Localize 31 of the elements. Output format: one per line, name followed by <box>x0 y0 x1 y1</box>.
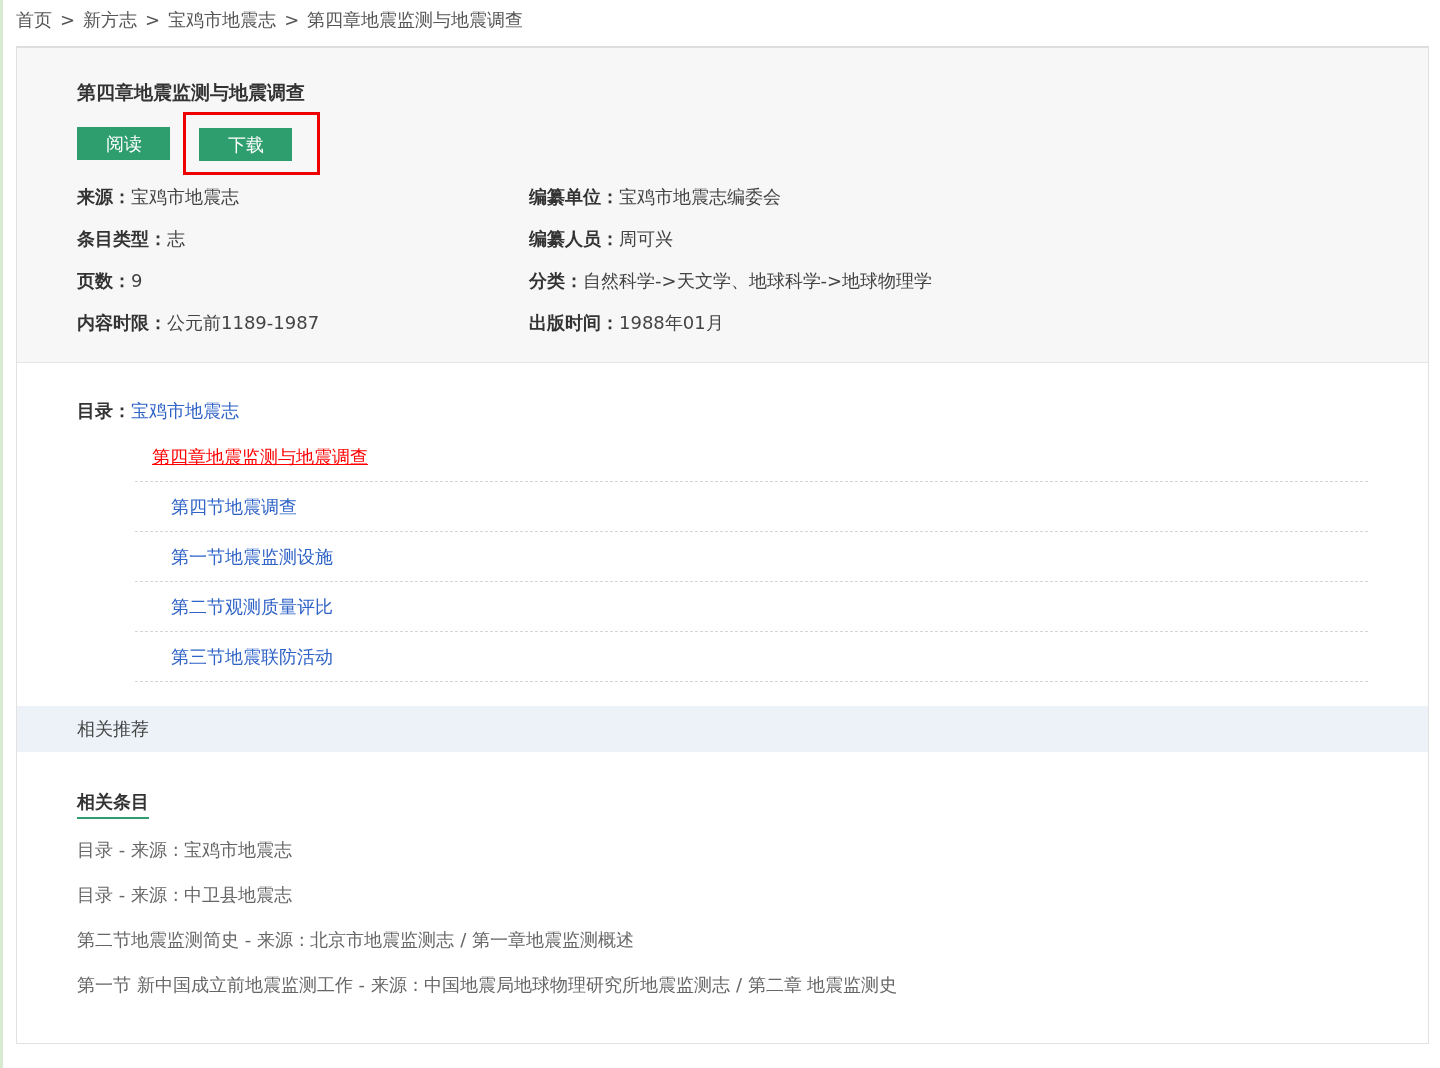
toc-link[interactable]: 第一节地震监测设施 <box>135 542 333 570</box>
breadcrumb-separator: > <box>145 7 161 32</box>
meta-field: 页数：9 <box>77 259 529 302</box>
meta-field: 来源：宝鸡市地震志 <box>77 175 529 218</box>
meta-field: 出版时间：1988年01月 <box>529 301 969 344</box>
related-link[interactable]: 目录 - 来源 : 中卫县地震志 <box>77 871 1368 917</box>
toc-label: 目录： <box>77 398 131 423</box>
breadcrumb-link[interactable]: 新方志 <box>83 5 138 33</box>
toc-link[interactable]: 第四节地震调查 <box>135 492 297 520</box>
tab[interactable]: 相关条目 <box>77 787 149 819</box>
breadcrumb-link[interactable]: 第四章地震监测与地震调查 <box>307 5 524 33</box>
breadcrumb-link[interactable]: 首页 <box>16 5 52 33</box>
meta-field: 内容时限：公元前1189-1987 <box>77 301 529 344</box>
breadcrumb-separator: > <box>60 7 76 32</box>
meta-field: 条目类型：志 <box>77 217 529 260</box>
toc-link[interactable]: 第四章地震监测与地震调查 <box>135 442 368 470</box>
entry-title: 第四章地震监测与地震调查 <box>77 80 306 105</box>
meta-field: 编纂人员：周可兴 <box>529 217 969 260</box>
meta-field: 分类：自然科学->天文学、地球科学->地球物理学 <box>529 259 969 302</box>
action-button[interactable]: 下载 <box>199 127 292 161</box>
action-button[interactable]: 阅读 <box>77 126 170 160</box>
toc-link[interactable]: 第二节观测质量评比 <box>135 592 333 620</box>
section-header: 相关推荐 <box>17 705 1428 752</box>
breadcrumb-link[interactable]: 宝鸡市地震志 <box>168 5 277 33</box>
related-link[interactable]: 第二节地震监测简史 - 来源 : 北京市地震监测志 / 第一章地震监测概述 <box>77 916 1368 962</box>
related-link[interactable]: 目录 - 来源 : 宝鸡市地震志 <box>77 826 1368 872</box>
meta-field: 编纂单位：宝鸡市地震志编委会 <box>529 175 969 218</box>
toc-root-link[interactable]: 宝鸡市地震志 <box>131 396 239 424</box>
breadcrumb-separator: > <box>284 7 300 32</box>
toc-link[interactable]: 第三节地震联防活动 <box>135 642 333 670</box>
related-link[interactable]: 第一节 新中国成立前地震监测工作 - 来源 : 中国地震局地球物理研究所地震监测志 / 第二章 地震监测史 <box>77 961 1368 1007</box>
